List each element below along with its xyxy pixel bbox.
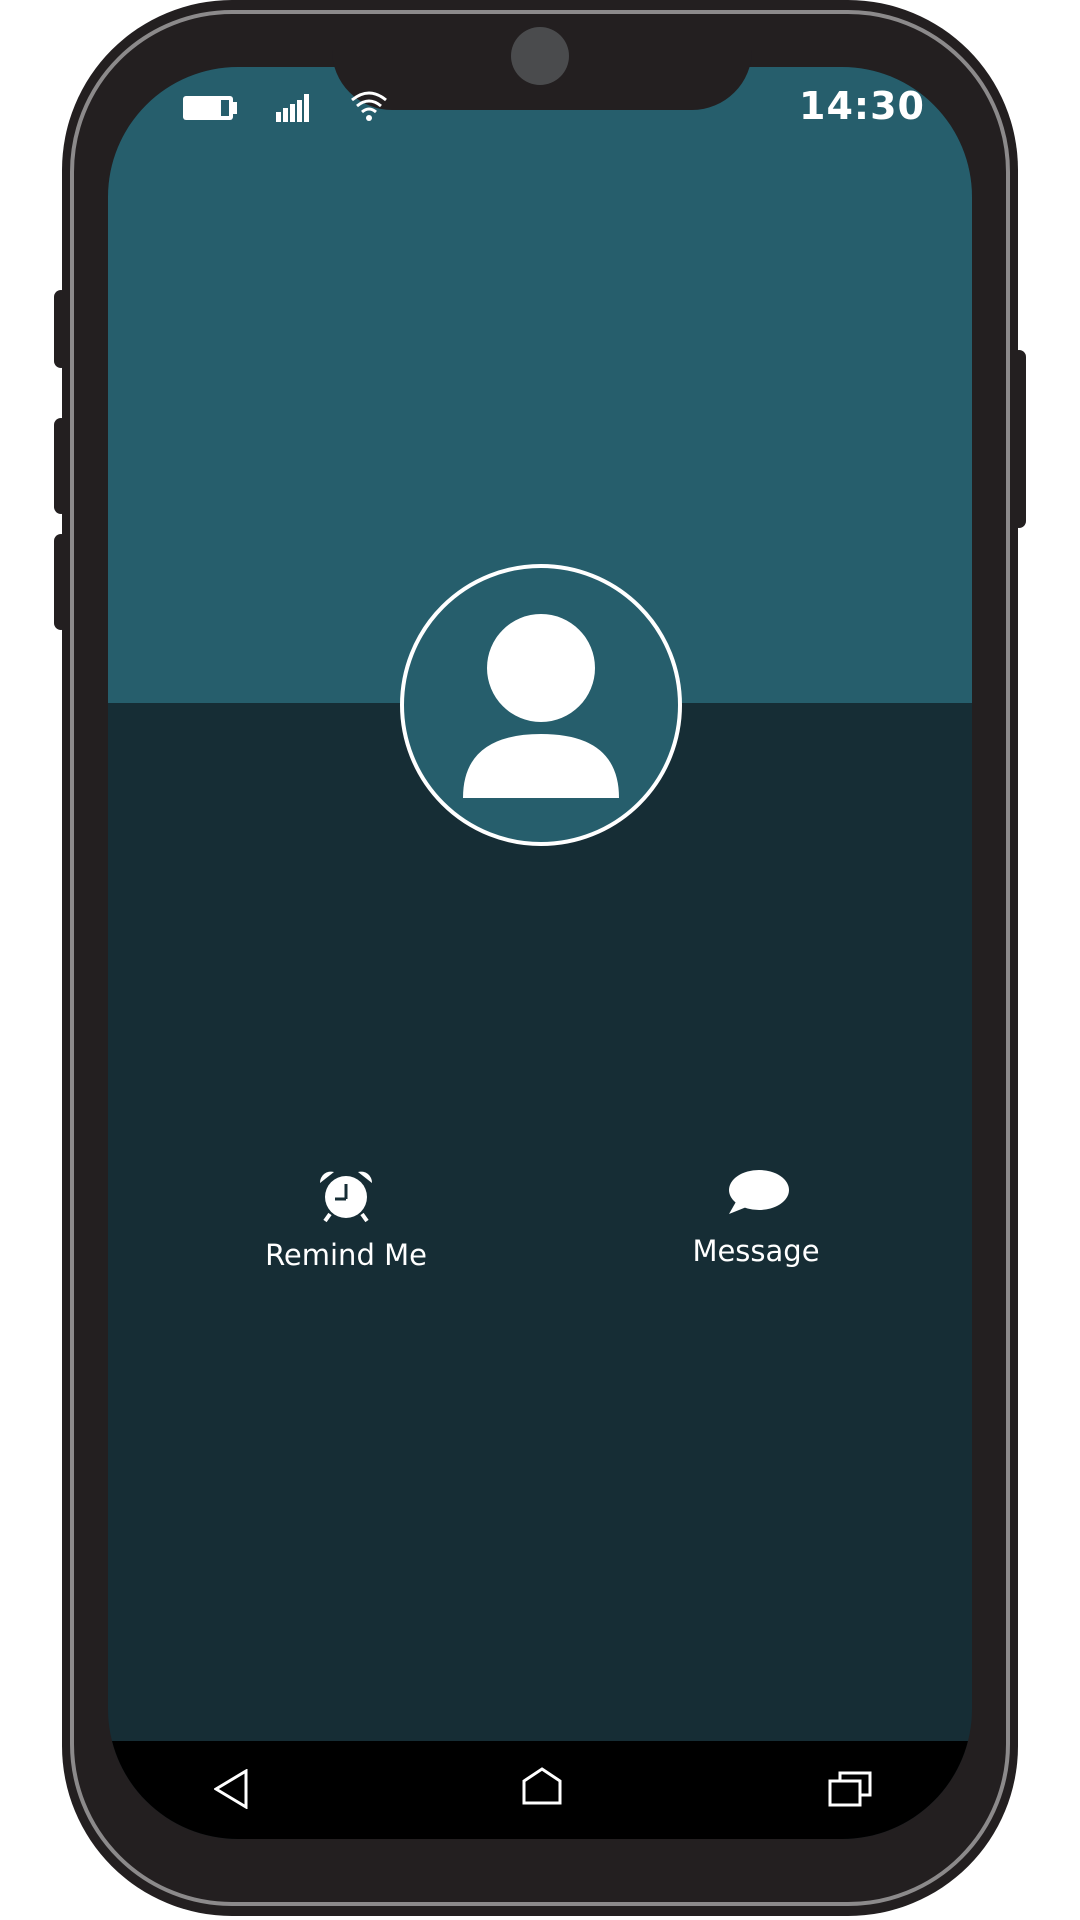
message-label: Message xyxy=(692,1234,820,1268)
wifi-icon xyxy=(350,90,388,126)
incoming-call-screen xyxy=(108,67,972,1839)
battery-icon xyxy=(183,94,237,126)
person-icon xyxy=(404,568,678,842)
signal-icon xyxy=(276,94,312,126)
front-camera xyxy=(511,27,569,85)
alarm-clock-icon xyxy=(317,1168,375,1228)
message-button[interactable]: Message xyxy=(676,1168,836,1268)
status-time: 14:30 xyxy=(799,84,925,128)
back-icon[interactable] xyxy=(213,1768,248,1813)
remind-me-button[interactable]: Remind Me xyxy=(265,1168,427,1272)
caller-avatar xyxy=(400,564,682,846)
chat-bubble-icon xyxy=(723,1168,789,1224)
home-icon[interactable] xyxy=(522,1767,562,1809)
recent-apps-icon[interactable] xyxy=(828,1771,872,1811)
navigation-bar xyxy=(108,1741,972,1839)
remind-me-label: Remind Me xyxy=(265,1238,427,1272)
